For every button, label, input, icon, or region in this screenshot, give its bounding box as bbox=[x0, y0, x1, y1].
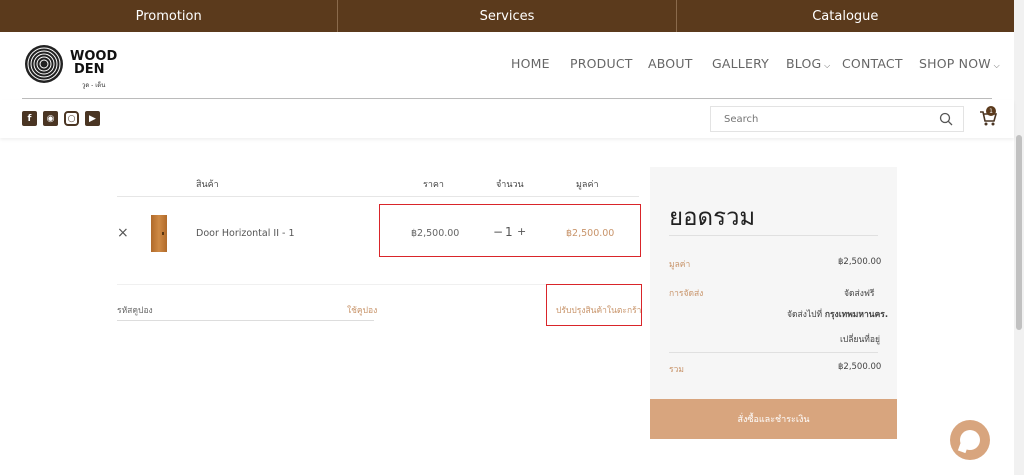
product-thumbnail[interactable] bbox=[151, 215, 167, 252]
site-header: WOOD DEN วูด - เด็น HOME PRODUCT ABOUT G… bbox=[0, 32, 1014, 100]
col-header-total: มูลค่า bbox=[576, 180, 599, 190]
remove-item-button[interactable]: × bbox=[117, 225, 129, 241]
chevron-down-icon: ⌵ bbox=[821, 61, 831, 70]
chat-bubble-icon[interactable] bbox=[950, 420, 990, 460]
summary-divider bbox=[669, 235, 878, 236]
nav-contact[interactable]: CONTACT bbox=[842, 56, 903, 71]
logo-subtitle: วูด - เด็น bbox=[82, 82, 106, 89]
logo-wordmark: WOOD DEN bbox=[70, 50, 117, 76]
product-name-link[interactable]: Door Horizontal II - 1 bbox=[196, 228, 295, 239]
cart-totals-panel: ยอดรวม มูลค่า ฿2,500.00 การจัดส่ง จัดส่ง… bbox=[650, 167, 897, 439]
nav-shop-now[interactable]: SHOP NOW ⌵ bbox=[919, 56, 1000, 71]
nav-gallery[interactable]: GALLERY bbox=[712, 56, 769, 71]
highlight-box-price-qty-total bbox=[379, 204, 641, 257]
cart-count-badge: 1 bbox=[986, 106, 996, 116]
sub-bar: f ◉ ○ ▶ 1 bbox=[0, 100, 1014, 138]
nav-blog-label: BLOG bbox=[786, 56, 822, 71]
nav-about[interactable]: ABOUT bbox=[648, 56, 693, 71]
topbar-promotion[interactable]: Promotion bbox=[0, 0, 339, 32]
subtotal-value: ฿2,500.00 bbox=[838, 257, 882, 267]
shipping-destination: จัดส่งไปที่ กรุงเทพมหานคร. bbox=[787, 307, 888, 321]
coupon-code-input[interactable]: รหัสคูปอง bbox=[117, 303, 153, 317]
chevron-down-icon: ⌵ bbox=[990, 61, 1000, 70]
subtotal-label: มูลค่า bbox=[669, 260, 691, 270]
coupon-underline bbox=[117, 320, 374, 321]
col-header-qty: จำนวน bbox=[496, 180, 524, 190]
topbar-services[interactable]: Services bbox=[338, 0, 677, 32]
ship-city: กรุงเทพมหานคร. bbox=[824, 310, 889, 320]
top-bar: Promotion Services Catalogue bbox=[0, 0, 1014, 32]
logo-line2: DEN bbox=[74, 62, 105, 77]
logo[interactable]: WOOD DEN วูด - เด็น bbox=[22, 42, 122, 90]
tree-ring-icon bbox=[25, 45, 63, 83]
checkout-button[interactable]: สั่งซื้อและชำระเงิน bbox=[650, 399, 897, 439]
instagram-icon[interactable]: ○ bbox=[64, 111, 79, 126]
highlight-box-update-cart bbox=[546, 284, 642, 326]
topbar-catalogue[interactable]: Catalogue bbox=[677, 0, 1014, 32]
scrollbar-thumb[interactable] bbox=[1016, 135, 1022, 330]
nav-product[interactable]: PRODUCT bbox=[570, 56, 633, 71]
total-label: รวม bbox=[669, 365, 684, 375]
summary-divider bbox=[669, 352, 878, 353]
search-box bbox=[710, 106, 964, 132]
facebook-icon[interactable]: f bbox=[22, 111, 37, 126]
page-scrollbar[interactable] bbox=[1014, 0, 1024, 475]
apply-coupon-button[interactable]: ใช้คูปอง bbox=[347, 303, 377, 317]
line-icon[interactable]: ◉ bbox=[43, 111, 58, 126]
search-input[interactable] bbox=[711, 107, 931, 132]
change-address-link[interactable]: เปลี่ยนที่อยู่ bbox=[840, 332, 880, 346]
col-header-price: ราคา bbox=[423, 180, 444, 190]
nav-home[interactable]: HOME bbox=[511, 56, 550, 71]
table-header-divider bbox=[117, 196, 639, 197]
header-divider bbox=[22, 98, 992, 99]
youtube-icon[interactable]: ▶ bbox=[85, 111, 100, 126]
col-header-product: สินค้า bbox=[196, 180, 219, 190]
shipping-label: การจัดส่ง bbox=[669, 289, 704, 299]
nav-shop-label: SHOP NOW bbox=[919, 56, 991, 71]
total-value: ฿2,500.00 bbox=[838, 362, 882, 372]
shipping-value: จัดส่งฟรี bbox=[844, 289, 875, 299]
cart-totals-title: ยอดรวม bbox=[669, 203, 756, 231]
ship-to-label: จัดส่งไปที่ bbox=[787, 310, 823, 320]
search-icon[interactable] bbox=[939, 112, 953, 126]
nav-blog[interactable]: BLOG ⌵ bbox=[786, 56, 830, 71]
